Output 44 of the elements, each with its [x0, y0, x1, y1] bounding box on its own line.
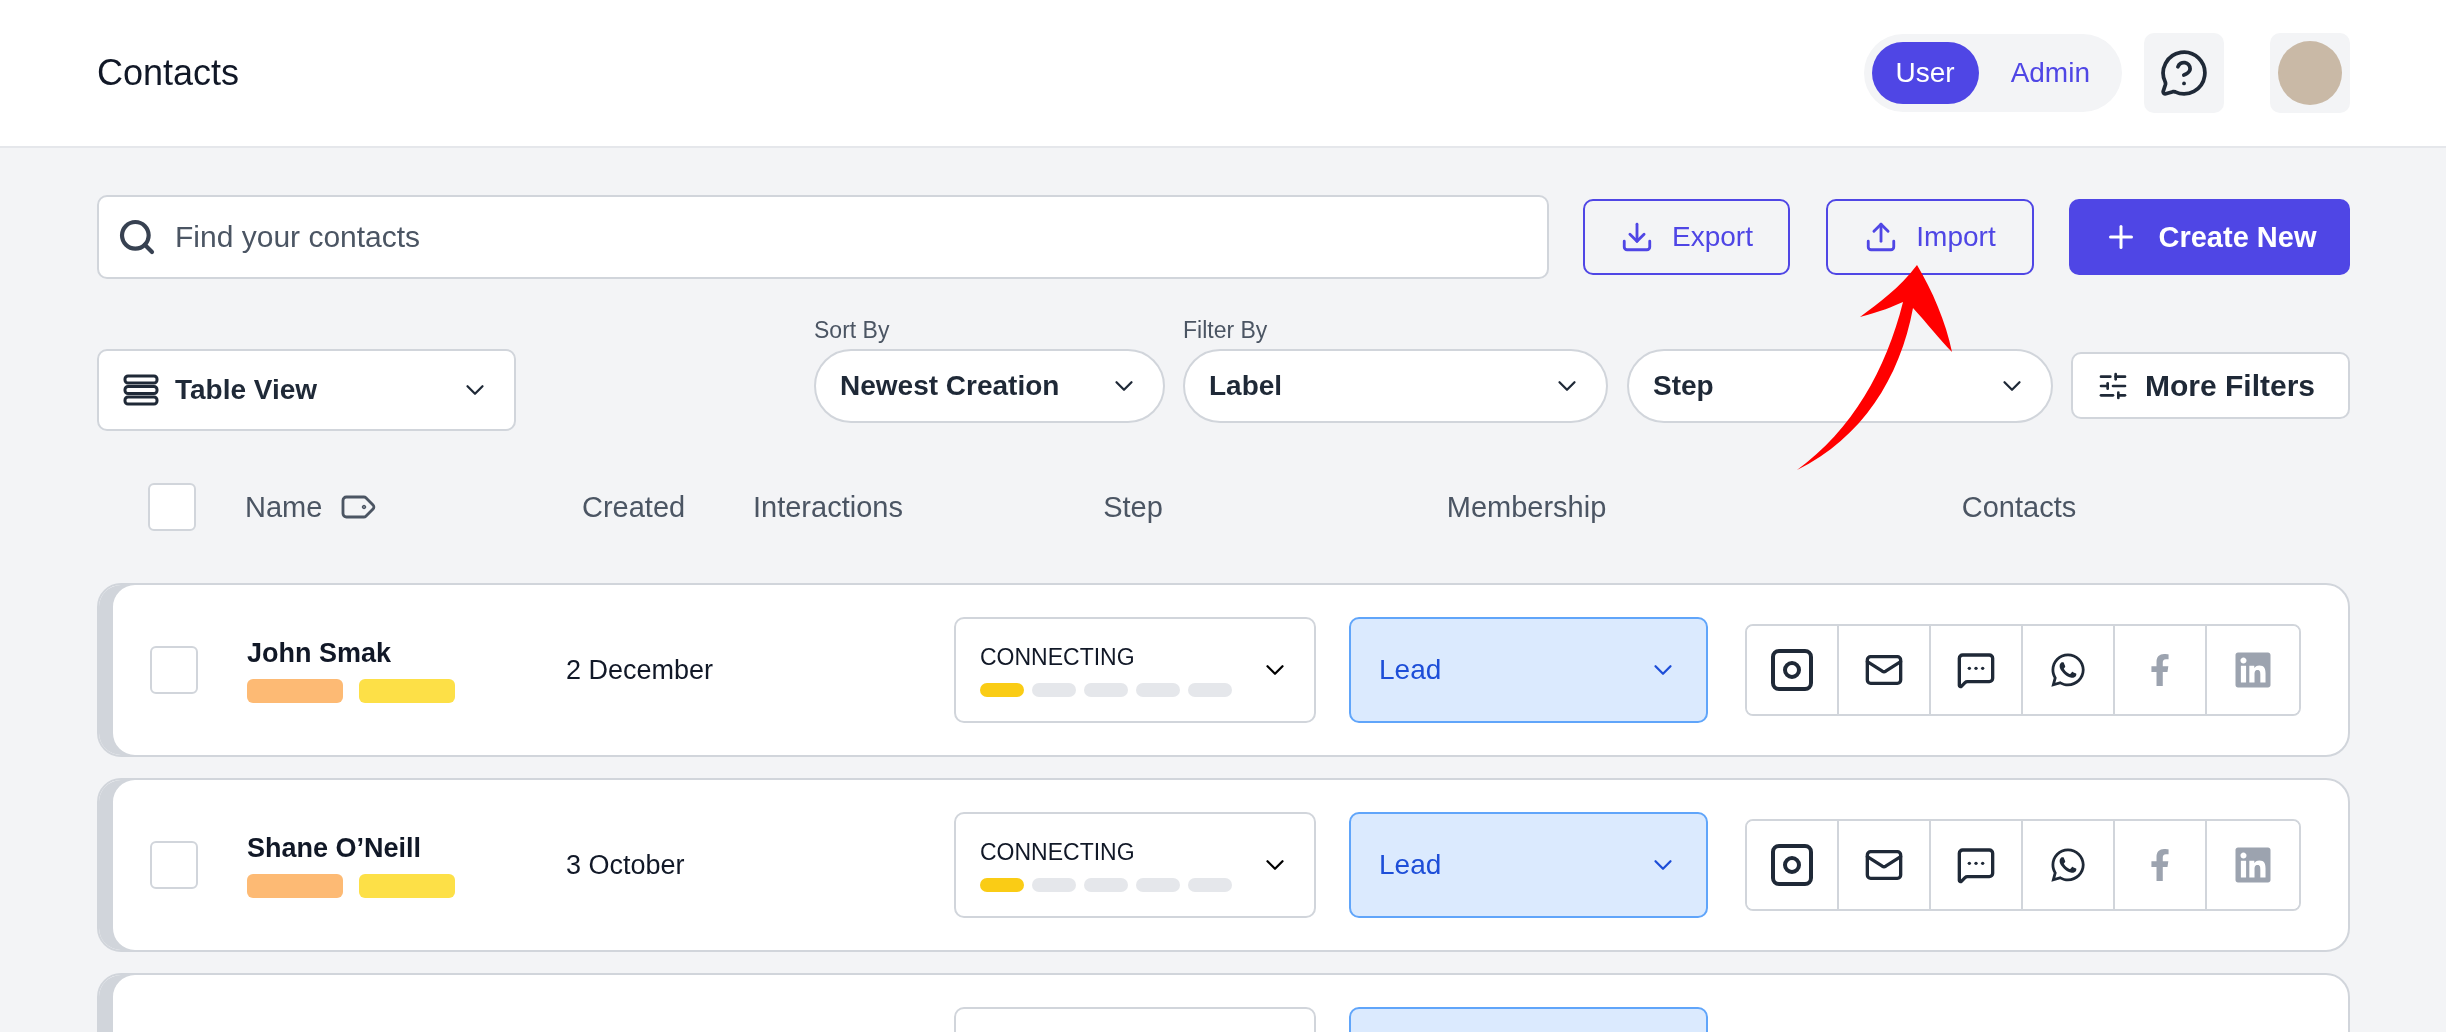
search-icon: [117, 217, 157, 257]
step-filter-dropdown[interactable]: Step: [1627, 349, 2053, 423]
filter-by-label: Filter By: [1183, 319, 1269, 341]
role-option[interactable]: User: [1871, 42, 1979, 104]
select-all-checkbox[interactable]: [148, 483, 196, 531]
column-header: Membership: [1445, 490, 1608, 524]
column-header: Step: [1102, 490, 1164, 524]
column-header: Created: [581, 490, 687, 524]
contact-name: John Smak: [247, 637, 393, 669]
phone-bubble-icon: [2049, 846, 2087, 884]
membership-dropdown[interactable]: Lead: [1349, 812, 1708, 918]
row-checkbox[interactable]: [150, 646, 198, 694]
role-option[interactable]: Admin: [1986, 42, 2114, 104]
sort-by-label: Sort By: [814, 319, 891, 341]
in-logo-icon: [2233, 650, 2273, 690]
sort-dropdown[interactable]: Newest Creation: [814, 349, 1165, 423]
label-dropdown[interactable]: Label: [1183, 349, 1608, 423]
page-title: Contacts: [97, 52, 241, 94]
view-dropdown[interactable]: Table View: [97, 349, 516, 431]
chat-bubble-icon: [1956, 845, 1996, 885]
row-checkbox[interactable]: [150, 841, 198, 889]
export-button[interactable]: Export: [1583, 199, 1790, 275]
create-new-button[interactable]: Create New: [2069, 199, 2350, 275]
created-date: 3 October: [566, 849, 686, 881]
created-date: 2 December: [566, 654, 715, 686]
chat-bubble-icon: [1956, 650, 1996, 690]
column-header: Contacts: [1960, 490, 2078, 524]
import-button[interactable]: Import: [1826, 199, 2034, 275]
column-header: Name: [245, 490, 323, 524]
avatar-button[interactable]: [2270, 33, 2350, 113]
contact-name: Shane O’Neill: [247, 832, 423, 864]
in-logo-icon: [2233, 845, 2273, 885]
membership-dropdown[interactable]: Lead: [1349, 617, 1708, 723]
stage-dropdown[interactable]: CONNECTING: [954, 617, 1316, 723]
search-field[interactable]: Find your contacts: [97, 195, 1549, 279]
help-bubble-icon: [2159, 48, 2209, 98]
step-label: CONNECTING: [980, 643, 1135, 671]
step-label: CONNECTING: [980, 838, 1135, 866]
help-button[interactable]: [2144, 33, 2224, 113]
column-header: Interactions: [753, 490, 904, 524]
phone-bubble-icon: [2049, 651, 2087, 689]
stacked-lines-icon: [123, 374, 159, 406]
more-filters-button[interactable]: More Filters: [2071, 352, 2350, 419]
stage-dropdown[interactable]: CONNECTING: [954, 812, 1316, 918]
